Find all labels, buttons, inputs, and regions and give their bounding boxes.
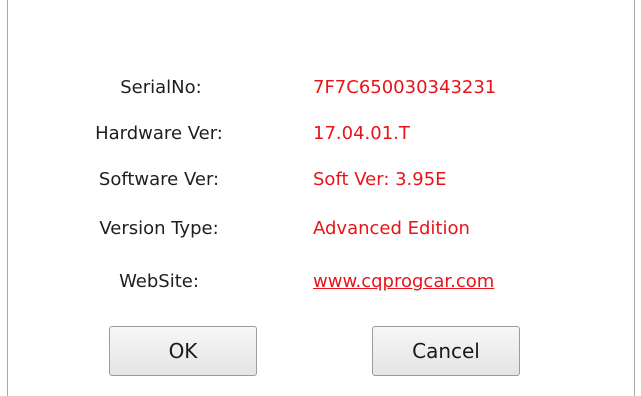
- website-row: WebSite: www.cqprogcar.com: [8, 262, 634, 302]
- website-link[interactable]: www.cqprogcar.com: [313, 262, 494, 302]
- software-row: Software Ver: Soft Ver: 3.95E: [8, 160, 634, 200]
- dialog-left-border: [0, 0, 8, 396]
- version-type-label: Version Type:: [99, 218, 219, 239]
- hardware-row: Hardware Ver: 17.04.01.T: [8, 114, 634, 154]
- about-dialog: SerialNo: 7F7C650030343231 Hardware Ver:…: [0, 0, 641, 396]
- software-value: Soft Ver: 3.95E: [313, 169, 447, 190]
- version-type-row: Version Type: Advanced Edition: [8, 209, 634, 249]
- version-type-value: Advanced Edition: [313, 218, 470, 239]
- dialog-right-border: [634, 0, 641, 396]
- hardware-label: Hardware Ver:: [95, 123, 223, 144]
- cancel-button[interactable]: Cancel: [372, 326, 520, 376]
- hardware-value: 17.04.01.T: [313, 123, 410, 144]
- software-label: Software Ver:: [98, 169, 220, 190]
- website-label: WebSite:: [119, 271, 199, 292]
- ok-button[interactable]: OK: [109, 326, 257, 376]
- serial-value: 7F7C650030343231: [313, 77, 497, 98]
- serial-label: SerialNo:: [120, 77, 202, 98]
- serial-row: SerialNo: 7F7C650030343231: [8, 68, 634, 108]
